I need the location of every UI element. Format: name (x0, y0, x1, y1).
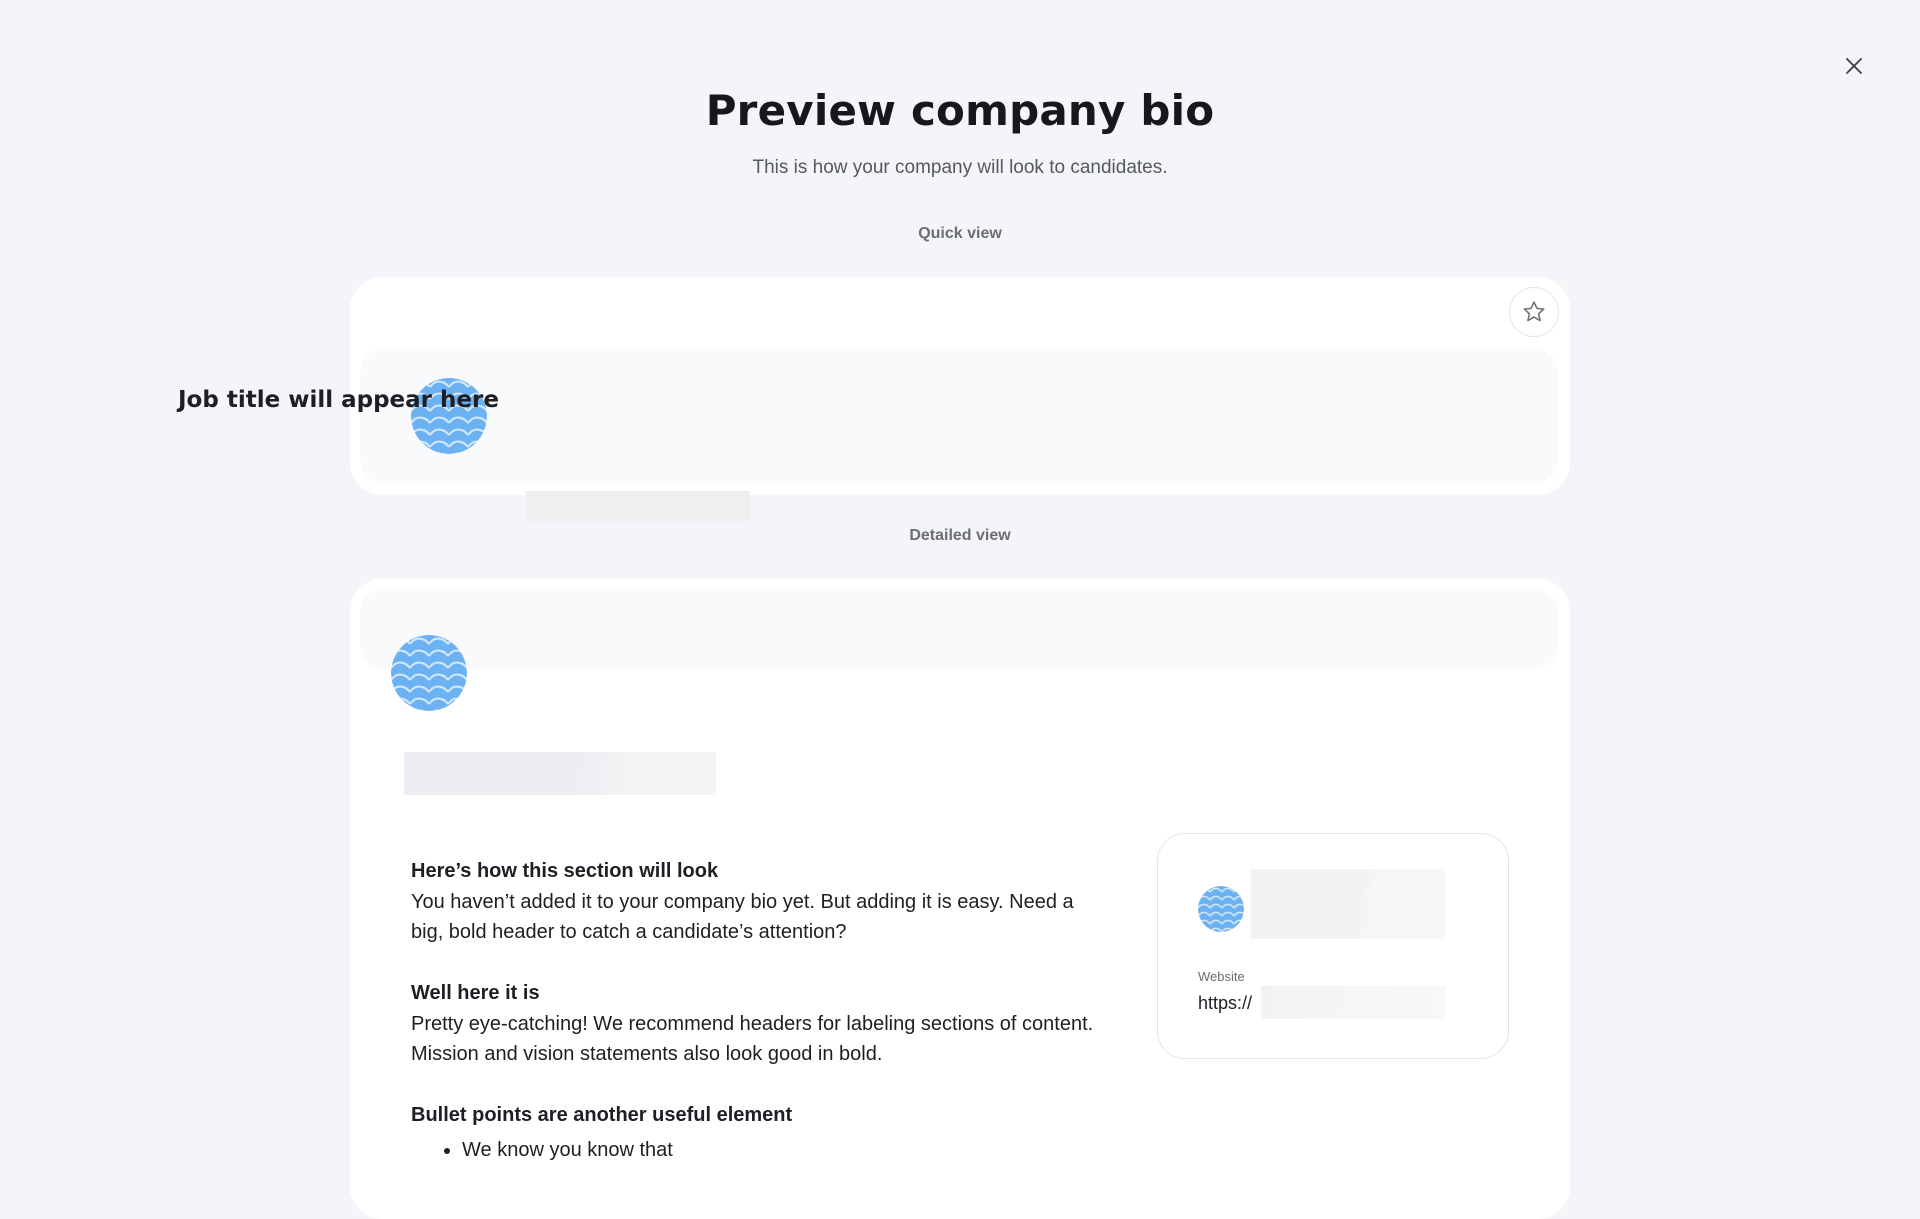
page-title: Preview company bio (705, 86, 1215, 135)
quick-view-card (350, 277, 1570, 521)
quick-view-job-card[interactable] (360, 348, 1558, 521)
bio-heading-1: Here’s how this section will look (411, 860, 719, 882)
bio-heading-2: Well here it is (411, 982, 540, 1004)
quick-view-label: Quick view (918, 225, 1002, 242)
page-subtitle: This is how your company will look to ca… (752, 157, 1168, 178)
company-info-box: Website https:// (1157, 833, 1509, 1059)
job-title: Job title will appear here (178, 387, 499, 413)
bio-heading-3: Bullet points are another useful element (411, 1104, 793, 1126)
favorite-button[interactable] (1509, 287, 1559, 337)
website-placeholder (1261, 986, 1445, 1019)
company-bio: Here’s how this section will look You ha… (411, 856, 1111, 1165)
website-label: Website (1198, 969, 1245, 984)
bio-bullet-item: We know you know that (462, 1135, 1111, 1165)
company-name-placeholder-large (404, 752, 716, 795)
bio-bullet-list: We know you know that (411, 1135, 1111, 1165)
close-button[interactable] (1838, 50, 1870, 82)
cover-banner (360, 589, 1558, 669)
company-detail-placeholder (1251, 869, 1445, 939)
company-logo-large (391, 635, 467, 711)
detailed-view-label: Detailed view (909, 527, 1011, 544)
close-icon[interactable] (1845, 57, 1863, 75)
website-link[interactable]: https:// (1198, 993, 1252, 1014)
bio-paragraph-1: You haven’t added it to your company bio… (411, 890, 1074, 944)
detailed-view-card: Here’s how this section will look You ha… (350, 579, 1570, 1219)
company-name-placeholder (526, 491, 750, 521)
star-icon (1523, 301, 1545, 322)
bio-paragraph-2: Pretty eye-catching! We recommend header… (411, 1012, 1094, 1066)
company-logo-small (1198, 886, 1244, 932)
